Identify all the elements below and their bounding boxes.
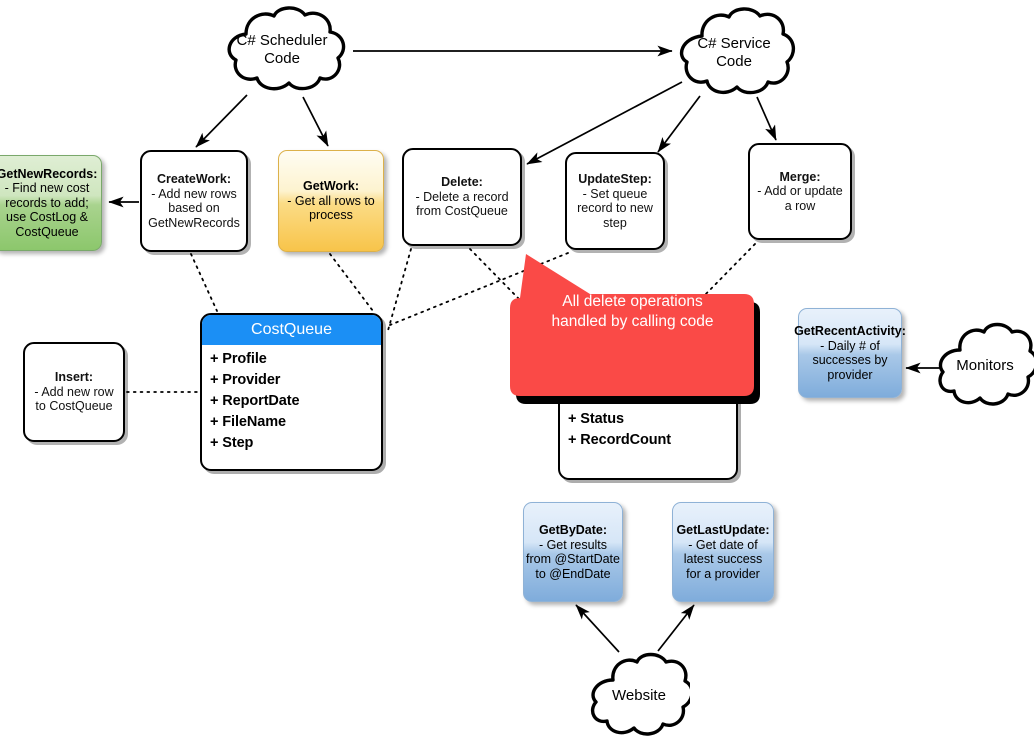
diagram-canvas: C# Scheduler Code C# Service Code Monito… xyxy=(0,0,1035,745)
table-field: + Step xyxy=(210,435,254,452)
cloud-website-label: Website xyxy=(612,687,666,705)
proc-updatestep[interactable]: UpdateStep: - Set queue record to new st… xyxy=(565,152,665,250)
delete-callout[interactable]: All delete operations handled by calling… xyxy=(504,252,766,404)
cloud-service-line1: C# Service xyxy=(697,35,771,53)
table-costqueue-fields: + Profile + Provider + ReportDate + File… xyxy=(202,345,381,454)
proc-creatework-desc: - Add new rows based on GetNewRecords xyxy=(148,186,240,230)
proc-getbydate[interactable]: GetByDate: - Get results from @StartDate… xyxy=(523,502,623,602)
cloud-scheduler: C# Scheduler Code xyxy=(212,4,352,96)
table-field: + ReportDate xyxy=(210,393,300,410)
proc-insert-desc: - Add new row to CostQueue xyxy=(34,384,114,414)
proc-getbydate-title: GetByDate: xyxy=(538,523,608,537)
table-costqueue-header: CostQueue xyxy=(202,315,381,345)
proc-getnewrecords[interactable]: GetNewRecords: - Find new cost records t… xyxy=(0,155,102,251)
proc-getnewrecords-desc: - Find new cost records to add; use Cost… xyxy=(4,181,90,239)
proc-getbydate-desc: - Get results from @StartDate to @EndDat… xyxy=(526,537,620,581)
proc-getwork[interactable]: GetWork: - Get all rows to process xyxy=(278,150,384,252)
proc-getwork-title: GetWork: xyxy=(302,179,360,194)
proc-getlastupdate-title: GetLastUpdate: xyxy=(676,523,770,537)
table-field: + RecordCount xyxy=(568,432,672,449)
proc-getrecentactivity[interactable]: GetRecentActivity: - Daily # of successe… xyxy=(794,308,906,398)
table-field: + Provider xyxy=(210,372,281,389)
callout-text: All delete operations handled by calling… xyxy=(520,292,745,333)
proc-updatestep-desc: - Set queue record to new step xyxy=(577,186,653,230)
proc-merge-title: Merge: xyxy=(779,169,821,184)
callout-line1: All delete operations xyxy=(562,293,703,310)
proc-getlastupdate-desc: - Get date of latest success for a provi… xyxy=(683,537,763,581)
callout-line2: handled by calling code xyxy=(551,313,714,331)
cloud-website: Website xyxy=(588,648,694,744)
proc-delete-title: Delete: xyxy=(441,175,483,190)
cloud-service-line2: Code xyxy=(716,53,752,70)
proc-insert[interactable]: Insert: - Add new row to CostQueue xyxy=(23,342,125,442)
proc-creatework[interactable]: CreateWork: - Add new rows based on GetN… xyxy=(140,150,248,252)
proc-getwork-desc: - Get all rows to process xyxy=(287,193,375,223)
table-costqueue[interactable]: CostQueue + Profile + Provider + ReportD… xyxy=(200,313,383,471)
proc-delete[interactable]: Delete: - Delete a record from CostQueue xyxy=(402,148,522,246)
cloud-scheduler-line2: Code xyxy=(264,50,300,67)
cloud-service: C# Service Code xyxy=(672,4,796,102)
proc-getnewrecords-title: GetNewRecords: xyxy=(0,166,98,181)
proc-insert-title: Insert: xyxy=(54,370,94,385)
table-field: + FileName xyxy=(210,414,286,431)
proc-updatestep-title: UpdateStep: xyxy=(578,172,652,186)
proc-delete-desc: - Delete a record from CostQueue xyxy=(415,189,509,219)
cloud-monitors: Monitors xyxy=(936,318,1035,414)
cloud-scheduler-line1: C# Scheduler xyxy=(236,32,328,50)
proc-getlastupdate[interactable]: GetLastUpdate: - Get date of latest succ… xyxy=(672,502,774,602)
cloud-monitors-label: Monitors xyxy=(956,357,1014,375)
table-field: + Profile xyxy=(210,351,267,367)
proc-merge-desc: - Add or update a row xyxy=(757,184,843,213)
proc-getrecentactivity-title: GetRecentActivity: xyxy=(794,324,906,338)
table-field: + Status xyxy=(568,411,625,428)
proc-creatework-title: CreateWork: xyxy=(156,172,232,186)
proc-merge[interactable]: Merge: - Add or update a row xyxy=(748,143,852,240)
proc-getrecentactivity-desc: - Daily # of successes by provider xyxy=(812,338,888,382)
